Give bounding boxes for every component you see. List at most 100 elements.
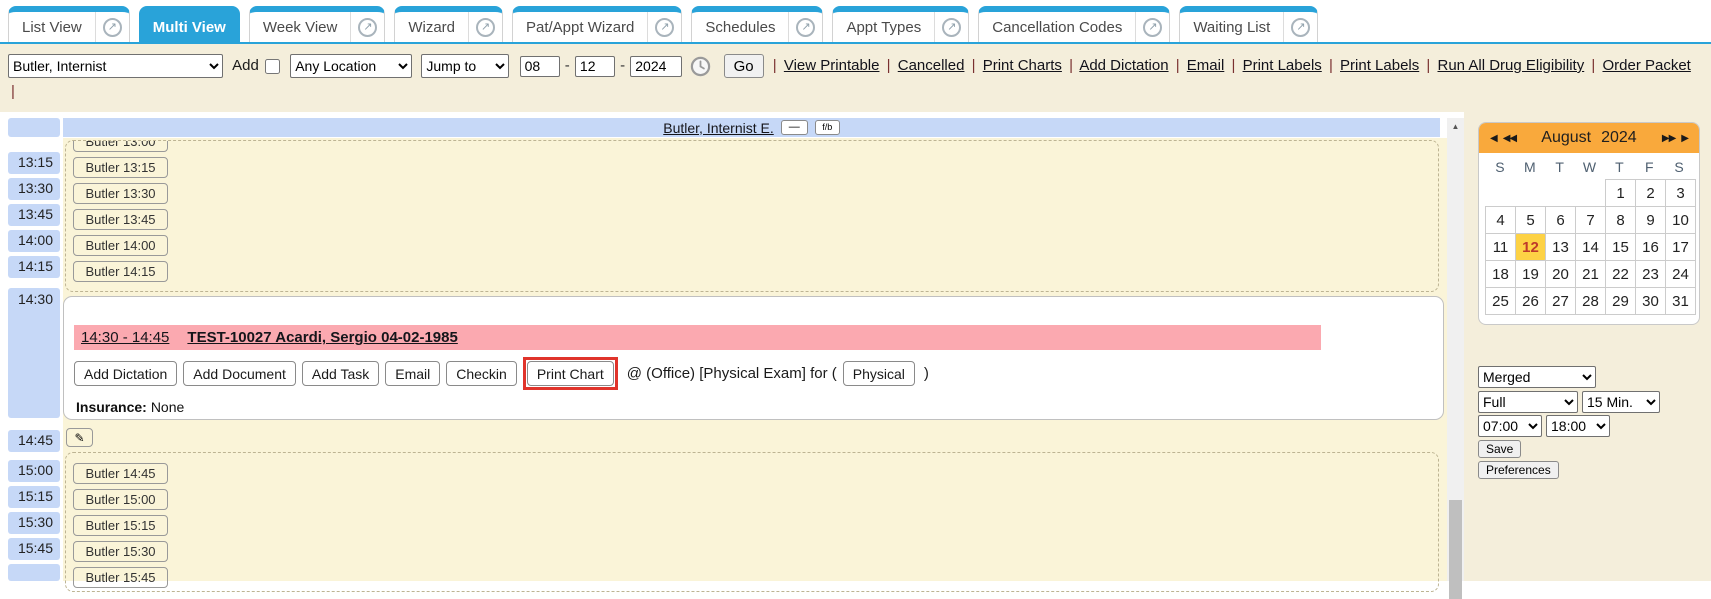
calendar-day[interactable]: 16 <box>1635 233 1666 261</box>
tab-label[interactable]: Pat/Appt Wizard <box>513 12 647 42</box>
tab-label[interactable]: Wizard <box>395 12 468 42</box>
slot-button[interactable]: Butler 15:30 <box>73 541 168 562</box>
tab[interactable]: Appt Types ↗ <box>832 6 969 42</box>
tab[interactable]: Week View ↗ <box>249 6 385 42</box>
calendar-day[interactable] <box>1515 179 1546 207</box>
date-day-input[interactable] <box>575 56 615 77</box>
toolbar-link[interactable]: Cancelled <box>898 57 965 74</box>
date-month-input[interactable] <box>520 56 560 77</box>
calendar-next-fast-button[interactable]: ▶▶ <box>1659 133 1678 144</box>
toolbar-link[interactable]: Add Dictation <box>1079 57 1168 74</box>
tab-label[interactable]: Cancellation Codes <box>979 12 1135 42</box>
appointment-action-button[interactable]: Email <box>385 361 440 386</box>
calendar-next-button[interactable]: ▶ <box>1678 133 1691 144</box>
calendar-day[interactable]: 26 <box>1515 287 1546 315</box>
toolbar-link[interactable]: Print Labels <box>1243 57 1322 74</box>
open-in-new-window-button[interactable]: ↗ <box>1135 12 1169 42</box>
end-time-select[interactable]: 18:00 <box>1546 415 1610 437</box>
calendar-day[interactable]: 4 <box>1485 206 1516 234</box>
tab[interactable]: List View ↗ <box>8 6 130 42</box>
interval-select[interactable]: 15 Min. <box>1582 391 1660 413</box>
slot-button[interactable]: Butler 14:00 <box>73 235 168 256</box>
slot-button[interactable]: Butler 14:45 <box>73 463 168 484</box>
print-chart-button[interactable]: Print Chart <box>527 361 614 386</box>
calendar-prev-fast-button[interactable]: ◀◀ <box>1500 133 1519 144</box>
calendar-day[interactable]: 17 <box>1665 233 1696 261</box>
save-button[interactable]: Save <box>1478 440 1521 458</box>
add-checkbox[interactable] <box>265 59 280 74</box>
tab[interactable]: Schedules ↗ <box>691 6 823 42</box>
slot-button[interactable]: Butler 13:45 <box>73 209 168 230</box>
toolbar-link[interactable]: Print Labels <box>1340 57 1419 74</box>
calendar-day[interactable]: 22 <box>1605 260 1636 288</box>
calendar-day[interactable]: 10 <box>1665 206 1696 234</box>
calendar-prev-button[interactable]: ◀ <box>1487 133 1500 144</box>
appointment-action-button[interactable]: Add Dictation <box>74 361 177 386</box>
edit-slot-button[interactable]: ✎ <box>66 428 93 447</box>
density-select[interactable]: Full <box>1478 391 1578 413</box>
calendar-day[interactable]: 29 <box>1605 287 1636 315</box>
tab[interactable]: Cancellation Codes ↗ <box>978 6 1170 42</box>
calendar-day[interactable]: 28 <box>1575 287 1606 315</box>
tab-label[interactable]: Multi View <box>140 12 239 42</box>
fb-button[interactable]: f/b <box>815 120 840 135</box>
appointment-patient-link[interactable]: TEST-10027 Acardi, Sergio 04-02-1985 <box>187 329 457 346</box>
calendar-day[interactable]: 2 <box>1635 179 1666 207</box>
open-in-new-window-button[interactable]: ↗ <box>468 12 502 42</box>
toolbar-link[interactable]: Email <box>1187 57 1225 74</box>
go-button[interactable]: Go <box>724 54 764 78</box>
calendar-day[interactable]: 6 <box>1545 206 1576 234</box>
appointment-time-link[interactable]: 14:30 - 14:45 <box>81 329 169 346</box>
toolbar-link[interactable]: View Printable <box>784 57 880 74</box>
open-in-new-window-button[interactable]: ↗ <box>1283 12 1317 42</box>
scrollbar-thumb[interactable] <box>1449 500 1462 599</box>
tab[interactable]: Waiting List ↗ <box>1179 6 1318 42</box>
calendar-day[interactable]: 31 <box>1665 287 1696 315</box>
tab[interactable]: Pat/Appt Wizard ↗ <box>512 6 682 42</box>
calendar-day[interactable]: 25 <box>1485 287 1516 315</box>
calendar-day[interactable] <box>1575 179 1606 207</box>
open-in-new-window-button[interactable]: ↗ <box>647 12 681 42</box>
location-select[interactable]: Any Location <box>290 54 412 78</box>
start-time-select[interactable]: 07:00 <box>1478 415 1542 437</box>
tab-label[interactable]: Appt Types <box>833 12 934 42</box>
calendar-day[interactable]: 3 <box>1665 179 1696 207</box>
calendar-day[interactable]: 8 <box>1605 206 1636 234</box>
slot-button[interactable]: Butler 15:45 <box>73 567 168 588</box>
toolbar-link[interactable]: Run All Drug Eligibility <box>1438 57 1585 74</box>
jump-to-select[interactable]: Jump to <box>421 54 509 78</box>
tab[interactable]: Multi View ↗ <box>139 6 240 42</box>
slot-button[interactable]: Butler 13:30 <box>73 183 168 204</box>
slot-button[interactable]: Butler 14:15 <box>73 261 168 282</box>
slot-button[interactable]: Butler 15:00 <box>73 489 168 510</box>
tab-label[interactable]: Schedules <box>692 12 788 42</box>
toolbar-link[interactable]: Print Charts <box>983 57 1062 74</box>
calendar-day[interactable]: 18 <box>1485 260 1516 288</box>
provider-select[interactable]: Butler, Internist <box>8 54 223 78</box>
view-mode-select[interactable]: Merged <box>1478 366 1596 388</box>
scroll-up-arrow[interactable]: ▲ <box>1447 118 1464 134</box>
calendar-day[interactable]: 1 <box>1605 179 1636 207</box>
calendar-day[interactable]: 7 <box>1575 206 1606 234</box>
calendar-day[interactable]: 27 <box>1545 287 1576 315</box>
preferences-button[interactable]: Preferences <box>1478 461 1559 479</box>
tab-label[interactable]: List View <box>9 12 95 42</box>
tab[interactable]: Wizard ↗ <box>394 6 503 42</box>
calendar-day[interactable]: 5 <box>1515 206 1546 234</box>
calendar-day[interactable]: 9 <box>1635 206 1666 234</box>
appointment-action-button[interactable]: Add Document <box>183 361 296 386</box>
open-in-new-window-button[interactable]: ↗ <box>350 12 384 42</box>
calendar-day[interactable]: 14 <box>1575 233 1606 261</box>
tab-label[interactable]: Waiting List <box>1180 12 1283 42</box>
appointment-action-button[interactable]: Add Task <box>302 361 379 386</box>
calendar-day[interactable] <box>1545 179 1576 207</box>
slot-button[interactable]: Butler 13:15 <box>73 157 168 178</box>
open-in-new-window-button[interactable]: ↗ <box>934 12 968 42</box>
calendar-day[interactable]: 21 <box>1575 260 1606 288</box>
calendar-day[interactable]: 19 <box>1515 260 1546 288</box>
calendar-day[interactable]: 11 <box>1485 233 1516 261</box>
tab-label[interactable]: Week View <box>250 12 350 42</box>
calendar-day[interactable]: 24 <box>1665 260 1696 288</box>
appointment-action-button[interactable]: Checkin <box>446 361 517 386</box>
calendar-day[interactable]: 13 <box>1545 233 1576 261</box>
